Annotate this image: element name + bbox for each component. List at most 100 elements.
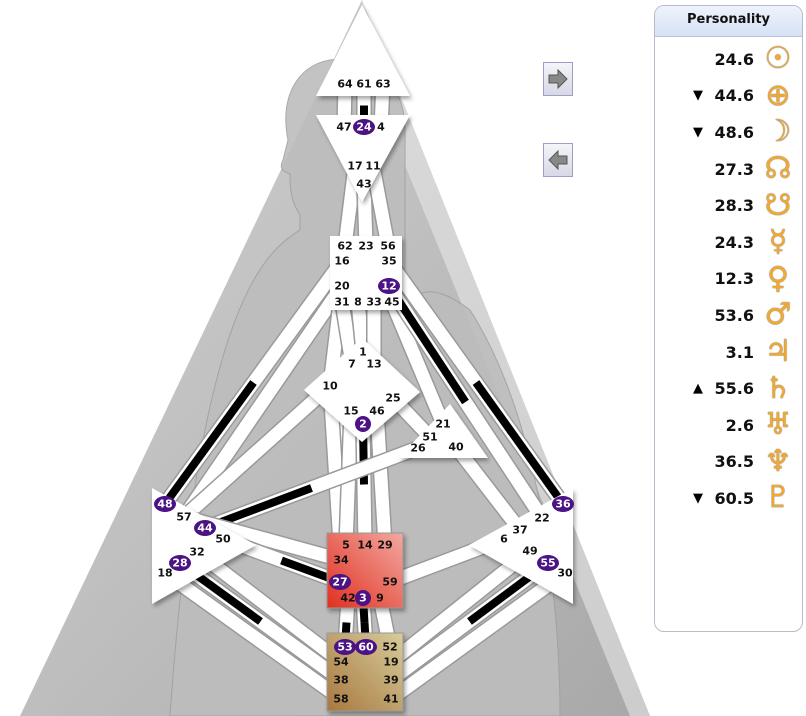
- gate-26[interactable]: 26: [410, 442, 426, 455]
- gate-number: 49: [522, 545, 537, 558]
- gate-61[interactable]: 61: [356, 78, 371, 91]
- saturn-icon: ♄: [764, 370, 792, 406]
- gate-7[interactable]: 7: [348, 358, 356, 371]
- gate-59[interactable]: 59: [382, 576, 397, 589]
- gate-line-value: 2.6: [725, 415, 754, 435]
- gate-13[interactable]: 13: [366, 358, 381, 371]
- gate-line-value: 12.3: [714, 269, 754, 289]
- gate-46[interactable]: 46: [369, 405, 385, 418]
- gate-45[interactable]: 45: [384, 296, 399, 309]
- gate-32[interactable]: 32: [189, 546, 204, 559]
- planet-row-mercury[interactable]: 24.3 ☿: [655, 224, 802, 261]
- planet-row-venus[interactable]: 12.3 ♀: [655, 261, 802, 298]
- gate-40[interactable]: 40: [448, 441, 464, 454]
- gate-39[interactable]: 39: [383, 674, 398, 687]
- gate-15[interactable]: 15: [343, 405, 358, 418]
- gate-number: 59: [382, 576, 397, 589]
- gate-2[interactable]: 2: [355, 416, 371, 432]
- gate-number: 54: [333, 656, 349, 669]
- gate-19[interactable]: 19: [383, 656, 398, 669]
- gate-number: 18: [157, 567, 172, 580]
- gate-54[interactable]: 54: [333, 656, 349, 669]
- gate-number: 17: [347, 160, 362, 173]
- gate-number: 3: [359, 592, 367, 605]
- gate-17[interactable]: 17: [347, 160, 362, 173]
- gate-4[interactable]: 4: [377, 121, 385, 134]
- gate-31[interactable]: 31: [334, 296, 349, 309]
- gate-44[interactable]: 44: [194, 520, 216, 536]
- gate-21[interactable]: 21: [435, 418, 450, 431]
- planet-row-pluto[interactable]: ▼ 60.5 ♇: [655, 480, 802, 517]
- gate-29[interactable]: 29: [377, 539, 392, 552]
- earth-icon: ⊕: [765, 77, 791, 113]
- gate-34[interactable]: 34: [333, 554, 349, 567]
- gate-line-value: 28.3: [714, 196, 754, 216]
- gate-6[interactable]: 6: [500, 533, 508, 546]
- planet-row-earth[interactable]: ▼ 44.6 ⊕: [655, 78, 802, 115]
- gate-24[interactable]: 24: [353, 119, 375, 135]
- gate-25[interactable]: 25: [385, 392, 400, 405]
- gate-60[interactable]: 60: [355, 639, 377, 655]
- gate-12[interactable]: 12: [378, 278, 400, 294]
- gate-number: 15: [343, 405, 358, 418]
- planet-row-neptune[interactable]: 36.5 ♆: [655, 444, 802, 481]
- gate-9[interactable]: 9: [376, 592, 384, 605]
- gate-number: 46: [369, 405, 385, 418]
- planet-row-south-node[interactable]: 28.3 ☋: [655, 187, 802, 224]
- gate-49[interactable]: 49: [522, 545, 537, 558]
- gate-47[interactable]: 47: [336, 121, 351, 134]
- gate-5[interactable]: 5: [342, 539, 350, 552]
- gate-63[interactable]: 63: [375, 78, 390, 91]
- planet-row-saturn[interactable]: ▲ 55.6 ♄: [655, 370, 802, 407]
- gate-10[interactable]: 10: [322, 380, 338, 393]
- gate-30[interactable]: 30: [557, 567, 573, 580]
- gate-58[interactable]: 58: [333, 693, 348, 706]
- gate-57[interactable]: 57: [176, 511, 191, 524]
- gate-36[interactable]: 36: [552, 496, 574, 512]
- gate-42[interactable]: 42: [340, 592, 355, 605]
- planet-row-sun[interactable]: 24.6 ☉: [655, 41, 802, 78]
- gate-50[interactable]: 50: [215, 533, 231, 546]
- gate-41[interactable]: 41: [383, 693, 398, 706]
- planet-row-north-node[interactable]: 27.3 ☊: [655, 151, 802, 188]
- gate-3[interactable]: 3: [355, 590, 371, 606]
- channel-2-14[interactable]: [355, 423, 373, 546]
- gate-52[interactable]: 52: [382, 641, 397, 654]
- gate-38[interactable]: 38: [333, 674, 348, 687]
- channel-46-29[interactable]: [369, 410, 393, 546]
- gate-23[interactable]: 23: [358, 240, 373, 253]
- gate-number: 50: [215, 533, 231, 546]
- gate-27[interactable]: 27: [329, 574, 351, 590]
- gate-number: 8: [354, 296, 362, 309]
- gate-37[interactable]: 37: [512, 524, 527, 537]
- gate-35[interactable]: 35: [381, 255, 396, 268]
- gate-62[interactable]: 62: [337, 240, 352, 253]
- next-button[interactable]: [543, 62, 573, 96]
- gate-number: 34: [333, 554, 349, 567]
- gate-number: 32: [189, 546, 204, 559]
- gate-64[interactable]: 64: [337, 78, 353, 91]
- gate-16[interactable]: 16: [334, 255, 350, 268]
- gate-14[interactable]: 14: [357, 539, 373, 552]
- previous-button[interactable]: [543, 143, 573, 177]
- planet-row-jupiter[interactable]: 3.1 ♃: [655, 334, 802, 371]
- gate-number: 11: [365, 160, 380, 173]
- gate-20[interactable]: 20: [334, 280, 350, 293]
- gate-number: 20: [334, 280, 350, 293]
- gate-33[interactable]: 33: [366, 296, 381, 309]
- gate-55[interactable]: 55: [537, 555, 559, 571]
- gate-8[interactable]: 8: [354, 296, 362, 309]
- gate-number: 42: [340, 592, 355, 605]
- planet-row-uranus[interactable]: 2.6 ♅: [655, 407, 802, 444]
- gate-53[interactable]: 53: [334, 639, 356, 655]
- planet-row-moon[interactable]: ▼ 48.6 ☽: [655, 114, 802, 151]
- gate-number: 6: [500, 533, 508, 546]
- gate-22[interactable]: 22: [534, 512, 549, 525]
- gate-56[interactable]: 56: [380, 240, 396, 253]
- gate-43[interactable]: 43: [356, 178, 371, 191]
- gate-48[interactable]: 48: [154, 496, 176, 512]
- gate-11[interactable]: 11: [365, 160, 380, 173]
- planet-row-mars[interactable]: 53.6 ♂: [655, 297, 802, 334]
- gate-18[interactable]: 18: [157, 567, 172, 580]
- gate-number: 47: [336, 121, 351, 134]
